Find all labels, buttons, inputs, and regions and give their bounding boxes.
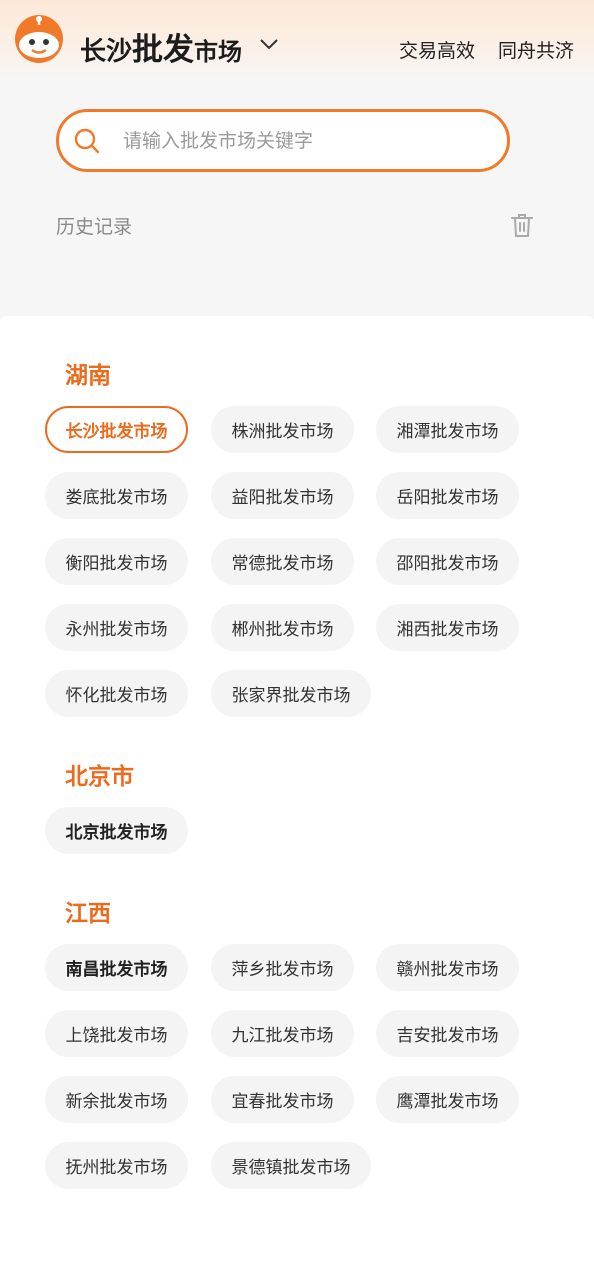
search-input[interactable] <box>123 122 483 160</box>
market-chip-ganzhou[interactable]: 赣州批发市场 <box>376 944 519 991</box>
market-chip-yingtan[interactable]: 鹰潭批发市场 <box>376 1076 519 1123</box>
title-wholesale: 批发 <box>132 32 195 68</box>
city-name: 长沙 <box>80 37 133 67</box>
market-chip-yichun[interactable]: 宜春批发市场 <box>211 1076 354 1123</box>
market-chip-shangrao[interactable]: 上饶批发市场 <box>45 1010 188 1057</box>
search-bar[interactable] <box>56 109 510 172</box>
title-market: 市场 <box>194 38 243 66</box>
market-chip-jian[interactable]: 吉安批发市场 <box>376 1010 519 1057</box>
search-icon <box>74 128 100 154</box>
market-chip-hengyang[interactable]: 衡阳批发市场 <box>45 538 188 585</box>
market-chip-yongzhou[interactable]: 永州批发市场 <box>45 604 188 651</box>
market-chip-xinyu[interactable]: 新余批发市场 <box>45 1076 188 1123</box>
market-chip-yueyang[interactable]: 岳阳批发市场 <box>376 472 519 519</box>
market-chip-jiujiang[interactable]: 九江批发市场 <box>211 1010 354 1057</box>
app-header: 长沙 批发 市场 交易高效 同舟共济 <box>0 0 594 80</box>
slogan-together: 同舟共济 <box>498 40 575 62</box>
market-chip-changsha[interactable]: 长沙批发市场 <box>45 406 188 453</box>
market-chip-xiangxi[interactable]: 湘西批发市场 <box>376 604 519 651</box>
slogan-efficient: 交易高效 <box>399 40 476 62</box>
market-chip-loudi[interactable]: 娄底批发市场 <box>45 472 188 519</box>
market-chip-zhuzhou[interactable]: 株洲批发市场 <box>211 406 354 453</box>
market-chip-chenzhou[interactable]: 郴州批发市场 <box>211 604 354 651</box>
market-chip-huaihua[interactable]: 怀化批发市场 <box>45 670 188 717</box>
market-list-panel: 湖南 长沙批发市场 株洲批发市场 湘潭批发市场 娄底批发市场 益阳批发市场 岳阳… <box>0 316 594 1280</box>
region-title-jiangxi: 江西 <box>65 901 111 927</box>
market-chip-jingdezhen[interactable]: 景德镇批发市场 <box>211 1142 371 1189</box>
city-selector[interactable]: 长沙 批发 市场 <box>80 24 243 68</box>
history-label: 历史记录 <box>56 216 133 238</box>
market-chip-xiangtan[interactable]: 湘潭批发市场 <box>376 406 519 453</box>
market-chip-changde[interactable]: 常德批发市场 <box>211 538 354 585</box>
market-chip-yiyang[interactable]: 益阳批发市场 <box>211 472 354 519</box>
market-chip-shaoyang[interactable]: 邵阳批发市场 <box>376 538 519 585</box>
region-title-beijing: 北京市 <box>65 764 134 790</box>
trash-icon[interactable] <box>510 212 534 238</box>
market-chip-fuzhou[interactable]: 抚州批发市场 <box>45 1142 188 1189</box>
market-chip-pingxiang[interactable]: 萍乡批发市场 <box>211 944 354 991</box>
market-chip-beijing[interactable]: 北京批发市场 <box>45 807 188 854</box>
market-chip-zhangjiajie[interactable]: 张家界批发市场 <box>211 670 371 717</box>
chevron-down-icon[interactable] <box>258 36 280 52</box>
market-chip-nanchang[interactable]: 南昌批发市场 <box>45 944 188 991</box>
region-title-hunan: 湖南 <box>65 363 111 389</box>
mascot-logo-icon[interactable] <box>14 14 64 64</box>
